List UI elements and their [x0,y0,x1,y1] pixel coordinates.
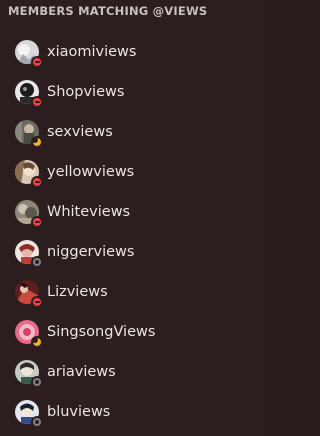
member-search-panel: MEMBERS MATCHING @VIEWS xiaomiviews Shop… [0,0,262,436]
member-name: bluviews [47,404,111,420]
member-name: xiaomiviews [47,44,137,60]
member-name: yellowviews [47,164,135,180]
member-item[interactable]: Whiteviews [0,192,262,232]
user-avatar[interactable] [15,120,43,148]
member-name: Lizviews [47,284,108,300]
status-idle-icon [31,136,43,148]
user-avatar[interactable] [15,240,43,268]
member-name: sexviews [47,124,113,140]
member-list: xiaomiviews Shopviews sexviews yellowvie… [0,32,262,432]
member-name: Whiteviews [47,204,131,220]
user-avatar[interactable] [15,40,43,68]
user-avatar[interactable] [15,360,43,388]
member-item[interactable]: Shopviews [0,72,262,112]
member-item[interactable]: xiaomiviews [0,32,262,72]
status-dnd-icon [31,56,43,68]
members-matching-header: MEMBERS MATCHING @VIEWS [8,4,208,18]
member-item[interactable]: sexviews [0,112,262,152]
member-item[interactable]: yellowviews [0,152,262,192]
status-dnd-icon [31,96,43,108]
status-offline-icon [31,376,43,388]
user-avatar[interactable] [15,400,43,428]
member-item[interactable]: bluviews [0,392,262,432]
member-name: SingsongViews [47,324,156,340]
user-avatar[interactable] [15,200,43,228]
member-name: Shopviews [47,84,125,100]
status-offline-icon [31,416,43,428]
status-dnd-icon [31,216,43,228]
member-item[interactable]: niggerviews [0,232,262,272]
user-avatar[interactable] [15,320,43,348]
member-item[interactable]: Lizviews [0,272,262,312]
user-avatar[interactable] [15,280,43,308]
user-avatar[interactable] [15,160,43,188]
status-idle-icon [31,336,43,348]
member-name: niggerviews [47,244,135,260]
user-avatar[interactable] [15,80,43,108]
status-offline-icon [31,256,43,268]
member-name: ariaviews [47,364,116,380]
member-item[interactable]: ariaviews [0,352,262,392]
status-dnd-icon [31,176,43,188]
member-item[interactable]: SingsongViews [0,312,262,352]
status-dnd-icon [31,296,43,308]
